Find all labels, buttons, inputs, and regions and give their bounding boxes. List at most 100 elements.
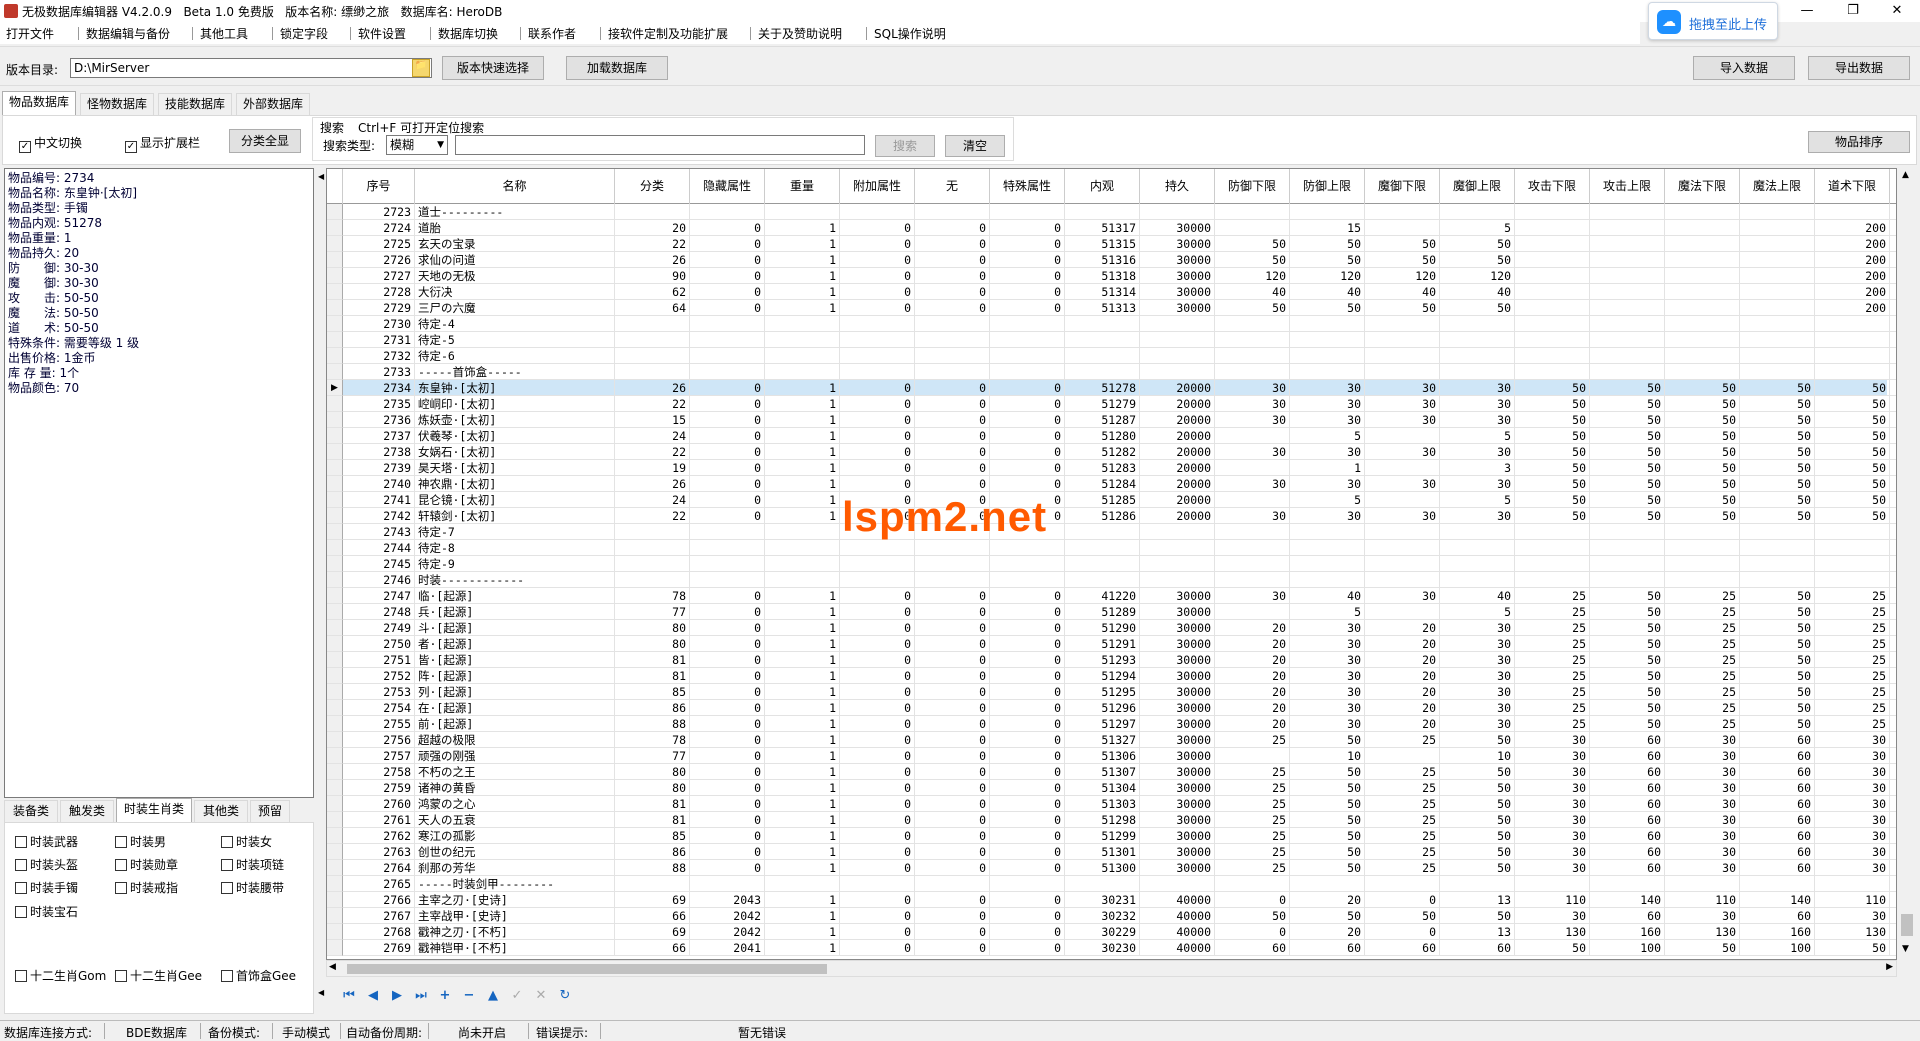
table-cell[interactable]: 斗·[起源] bbox=[415, 620, 615, 636]
table-cell[interactable] bbox=[1890, 204, 1896, 220]
table-cell[interactable] bbox=[1440, 540, 1515, 556]
table-cell[interactable]: 0 bbox=[990, 796, 1065, 812]
table-cell[interactable]: 30 bbox=[1815, 860, 1890, 876]
table-cell[interactable]: 130 bbox=[1515, 924, 1590, 940]
table-cell[interactable] bbox=[990, 540, 1065, 556]
table-cell[interactable]: 30000 bbox=[1140, 812, 1215, 828]
table-cell[interactable] bbox=[1815, 524, 1890, 540]
fashion-checkbox[interactable]: 十二生肖Gee bbox=[115, 967, 202, 984]
column-header[interactable]: 防御上限 bbox=[1290, 169, 1365, 204]
table-cell[interactable]: 51300 bbox=[1065, 860, 1140, 876]
table-cell[interactable]: 50 bbox=[1740, 668, 1815, 684]
table-cell[interactable]: -----时装剑甲-------- bbox=[415, 876, 615, 892]
table-cell[interactable]: 25 bbox=[1665, 700, 1740, 716]
table-cell[interactable]: 88 bbox=[615, 716, 690, 732]
table-cell[interactable]: 50 bbox=[1515, 444, 1590, 460]
table-cell[interactable] bbox=[1140, 556, 1215, 572]
table-cell[interactable]: 51289 bbox=[1065, 604, 1140, 620]
table-cell[interactable] bbox=[1890, 876, 1896, 892]
table-cell[interactable]: 20 bbox=[1215, 700, 1290, 716]
table-cell[interactable]: 30 bbox=[1440, 620, 1515, 636]
table-cell[interactable] bbox=[1440, 556, 1515, 572]
table-cell[interactable] bbox=[1890, 588, 1896, 604]
table-cell[interactable]: 25 bbox=[1665, 684, 1740, 700]
table-row[interactable]: 2744 待定-8 bbox=[327, 540, 1896, 556]
table-cell[interactable] bbox=[990, 204, 1065, 220]
table-cell[interactable]: 0 bbox=[915, 284, 990, 300]
table-cell[interactable]: 130 bbox=[1815, 924, 1890, 940]
table-row[interactable]: 2767 主宰战甲·[史诗] 66 2042 1 0 0 0 30232 40000 50 50 50 5… bbox=[327, 908, 1896, 924]
table-cell[interactable]: 0 bbox=[840, 780, 915, 796]
table-cell[interactable]: 0 bbox=[915, 236, 990, 252]
table-cell[interactable] bbox=[1890, 716, 1896, 732]
table-cell[interactable] bbox=[690, 524, 765, 540]
table-row[interactable]: 2765 -----时装剑甲-------- bbox=[327, 876, 1896, 892]
tab-equipment[interactable]: 装备类 bbox=[4, 800, 58, 822]
table-cell[interactable] bbox=[1665, 204, 1740, 220]
table-cell[interactable]: 30 bbox=[1815, 748, 1890, 764]
table-cell[interactable]: 0 bbox=[915, 780, 990, 796]
table-cell[interactable]: 30 bbox=[1440, 412, 1515, 428]
table-cell[interactable] bbox=[1140, 332, 1215, 348]
table-cell[interactable]: 85 bbox=[615, 828, 690, 844]
table-cell[interactable]: 60 bbox=[1740, 764, 1815, 780]
table-cell[interactable]: 26 bbox=[615, 380, 690, 396]
table-cell[interactable]: 0 bbox=[690, 508, 765, 524]
table-cell[interactable]: 2734 bbox=[343, 380, 415, 396]
table-cell[interactable]: 20000 bbox=[1140, 508, 1215, 524]
table-cell[interactable]: 50 bbox=[1815, 444, 1890, 460]
table-cell[interactable]: 0 bbox=[990, 940, 1065, 956]
table-cell[interactable] bbox=[1515, 572, 1590, 588]
table-cell[interactable]: 60 bbox=[1440, 940, 1515, 956]
table-cell[interactable]: 轩辕剑·[太初] bbox=[415, 508, 615, 524]
table-cell[interactable] bbox=[1740, 348, 1815, 364]
table-row[interactable]: 2768 戳神之刃·[不朽] 69 2042 1 0 0 0 30229 40000 0 20 0 13 1… bbox=[327, 924, 1896, 940]
table-cell[interactable]: 0 bbox=[840, 476, 915, 492]
table-cell[interactable] bbox=[1140, 204, 1215, 220]
table-cell[interactable]: 25 bbox=[1215, 812, 1290, 828]
table-cell[interactable] bbox=[615, 348, 690, 364]
table-cell[interactable]: 20000 bbox=[1140, 396, 1215, 412]
table-cell[interactable] bbox=[1365, 492, 1440, 508]
table-cell[interactable]: 0 bbox=[990, 860, 1065, 876]
table-cell[interactable] bbox=[615, 316, 690, 332]
table-cell[interactable]: 2733 bbox=[343, 364, 415, 380]
table-cell[interactable]: 50 bbox=[1515, 412, 1590, 428]
table-cell[interactable]: 0 bbox=[990, 476, 1065, 492]
table-cell[interactable] bbox=[1740, 268, 1815, 284]
table-cell[interactable]: 东皇钟·[太初] bbox=[415, 380, 615, 396]
table-cell[interactable]: 5 bbox=[1290, 492, 1365, 508]
table-cell[interactable]: 2761 bbox=[343, 812, 415, 828]
table-cell[interactable] bbox=[765, 556, 840, 572]
table-cell[interactable]: 50 bbox=[1590, 652, 1665, 668]
table-cell[interactable]: 50 bbox=[1290, 252, 1365, 268]
table-cell[interactable]: 30 bbox=[1515, 812, 1590, 828]
table-cell[interactable]: 51287 bbox=[1065, 412, 1140, 428]
table-cell[interactable] bbox=[1890, 780, 1896, 796]
table-cell[interactable]: 50 bbox=[1740, 604, 1815, 620]
table-cell[interactable]: 40 bbox=[1365, 284, 1440, 300]
table-cell[interactable] bbox=[1740, 572, 1815, 588]
table-cell[interactable]: 60 bbox=[1590, 796, 1665, 812]
table-cell[interactable] bbox=[915, 572, 990, 588]
table-cell[interactable]: 120 bbox=[1215, 268, 1290, 284]
maximize-icon[interactable]: ❐ bbox=[1830, 0, 1876, 22]
table-cell[interactable]: 60 bbox=[1590, 732, 1665, 748]
table-cell[interactable]: 80 bbox=[615, 636, 690, 652]
table-row[interactable]: 2758 不朽の之王 80 0 1 0 0 0 51307 30000 25 50 25 50 30 60 30… bbox=[327, 764, 1896, 780]
table-cell[interactable]: 50 bbox=[1515, 492, 1590, 508]
table-cell[interactable]: 0 bbox=[990, 268, 1065, 284]
table-cell[interactable]: 51327 bbox=[1065, 732, 1140, 748]
table-cell[interactable]: 200 bbox=[1815, 252, 1890, 268]
upload-button[interactable]: ☁ 拖拽至此上传 bbox=[1648, 2, 1778, 40]
table-cell[interactable] bbox=[1065, 204, 1140, 220]
table-cell[interactable] bbox=[1290, 204, 1365, 220]
table-cell[interactable]: 30000 bbox=[1140, 780, 1215, 796]
table-cell[interactable] bbox=[915, 364, 990, 380]
table-cell[interactable] bbox=[915, 204, 990, 220]
table-cell[interactable]: 30 bbox=[1290, 476, 1365, 492]
vertical-scrollbar[interactable]: ▲ ▼ bbox=[1898, 168, 1916, 960]
table-row[interactable]: 2743 待定-7 bbox=[327, 524, 1896, 540]
table-cell[interactable] bbox=[1590, 572, 1665, 588]
table-cell[interactable]: 40 bbox=[1290, 284, 1365, 300]
